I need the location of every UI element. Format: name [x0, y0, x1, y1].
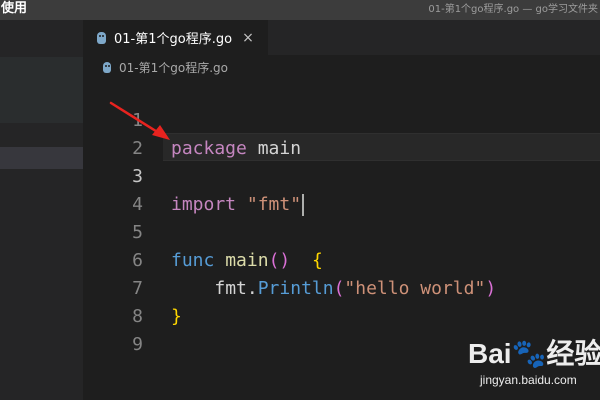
- close-icon[interactable]: ×: [242, 30, 254, 46]
- line-number: 9: [132, 334, 143, 355]
- sidebar-item-hovered[interactable]: [0, 57, 83, 123]
- sidebar-item-selected[interactable]: [0, 147, 83, 169]
- editor-tab-bar: 01-第1个go程序.go ×: [83, 20, 600, 55]
- go-file-icon: [103, 61, 111, 73]
- code-line[interactable]: 8: [83, 275, 600, 327]
- code-line[interactable]: 4: [83, 163, 600, 215]
- go-file-icon: [97, 31, 106, 44]
- code-line[interactable]: 5 func main() {: [83, 191, 600, 271]
- explorer-sidebar: [0, 20, 83, 400]
- title-bar: 使用 01-第1个go程序.go — go学习文件夹: [0, 0, 600, 20]
- tab-label: 01-第1个go程序.go: [114, 32, 233, 47]
- editor-tab-active[interactable]: 01-第1个go程序.go ×: [83, 20, 268, 55]
- app-label: 使用: [1, 1, 28, 16]
- watermark-logo: Bai🐾经验: [468, 338, 600, 369]
- breadcrumb: 01-第1个go程序.go: [83, 55, 600, 79]
- red-arrow-annotation: [109, 101, 170, 140]
- baidu-jingyan-watermark: Bai🐾经验 jingyan.baidu.com: [420, 320, 600, 400]
- window-title: 01-第1个go程序.go — go学习文件夹: [428, 4, 598, 15]
- watermark-url: jingyan.baidu.com: [480, 373, 577, 387]
- code-line[interactable]: 7 }: [83, 247, 600, 327]
- code-line[interactable]: 6 fmt.Println("hello world"): [83, 219, 600, 299]
- breadcrumb-item-file[interactable]: 01-第1个go程序.go: [119, 59, 228, 76]
